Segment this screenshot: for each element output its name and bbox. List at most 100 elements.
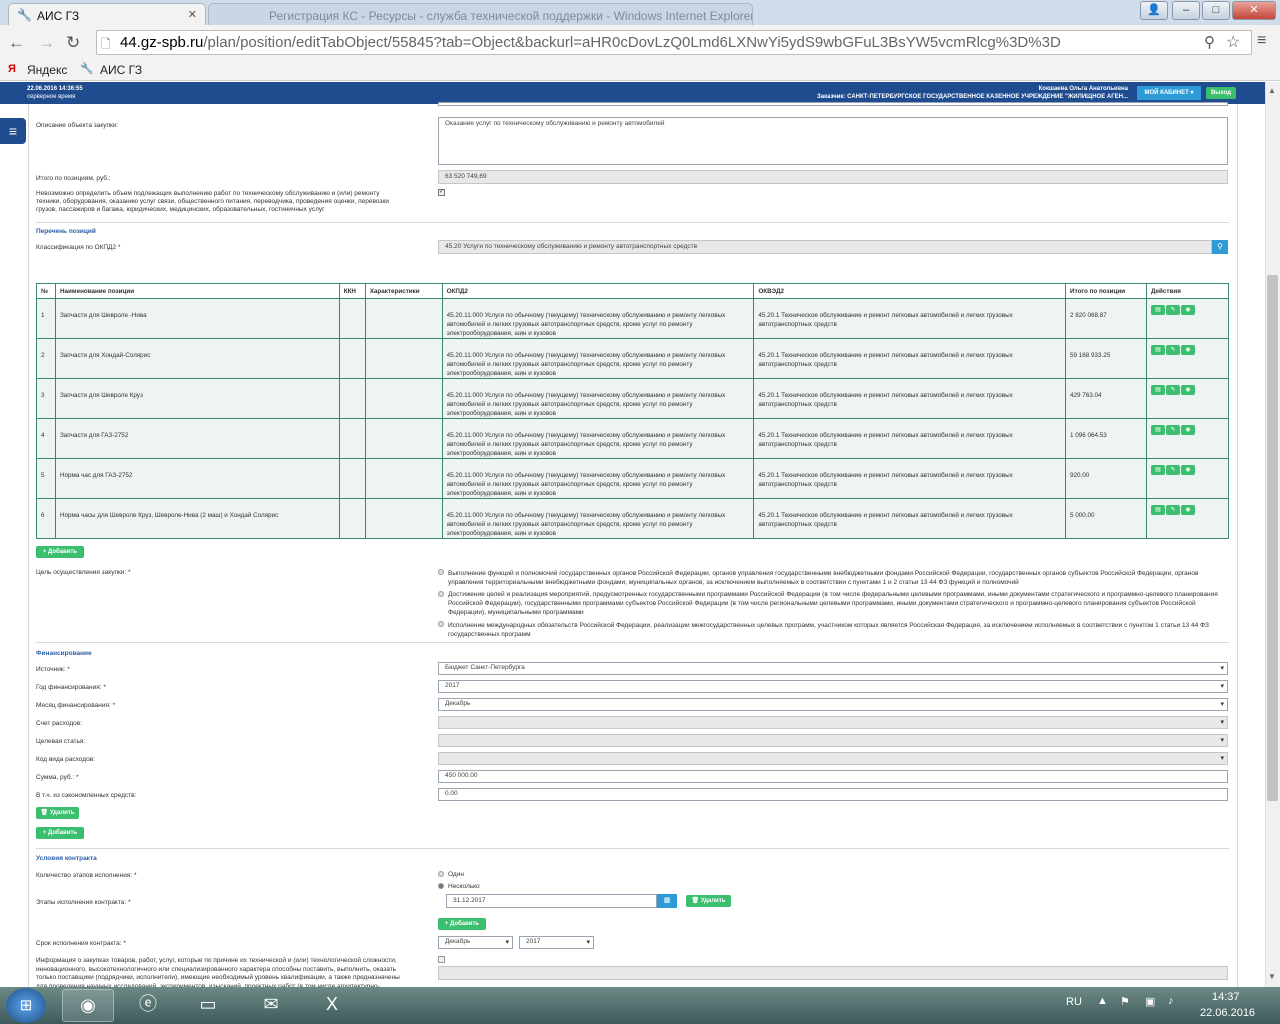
clock-time[interactable]: 14:37 xyxy=(1212,991,1240,1003)
copy-icon[interactable]: ▤ xyxy=(1150,465,1165,475)
bookmark-ais[interactable]: АИС ГЗ xyxy=(100,63,142,77)
view-icon[interactable]: ◉ xyxy=(1180,425,1195,435)
fin-month-select[interactable]: Декабрь xyxy=(438,698,1228,711)
add-fin-button[interactable]: + Добавить xyxy=(36,827,84,839)
copy-icon[interactable]: ▤ xyxy=(1150,505,1165,515)
row-okved: 45.20.1 Техническое обслуживание и ремон… xyxy=(753,498,1067,539)
row-name: Норма час для ГАЗ-2752 xyxy=(54,458,340,499)
maximize-button[interactable]: □ xyxy=(1202,1,1230,20)
stages-exec-label: Этапы исполнения контракта: * xyxy=(36,899,131,906)
explorer-taskbar-icon[interactable]: ▭ xyxy=(182,989,234,1022)
bookmark-yandex[interactable]: Яндекс xyxy=(27,63,67,77)
search-zoom-icon[interactable]: ⚲ xyxy=(1204,33,1215,51)
scroll-up-icon[interactable]: ▲ xyxy=(1268,86,1276,95)
close-button[interactable]: ✕ xyxy=(1232,1,1276,20)
edit-icon[interactable]: ✎ xyxy=(1165,465,1180,475)
row-okved: 45.20.1 Техническое обслуживание и ремон… xyxy=(753,338,1067,379)
user-icon[interactable]: 👤 xyxy=(1140,1,1168,20)
calendar-icon[interactable]: ▦ xyxy=(657,894,677,908)
mail-taskbar-icon[interactable]: ✉ xyxy=(245,989,297,1022)
my-cabinet-button[interactable]: МОЙ КАБИНЕТ ▾ xyxy=(1137,86,1201,100)
view-icon[interactable]: ◉ xyxy=(1180,385,1195,395)
exit-button[interactable]: Выход xyxy=(1206,87,1236,99)
stage-one-radio[interactable] xyxy=(438,871,444,877)
flag-icon[interactable]: ⚑ xyxy=(1120,995,1130,1008)
row-okved: 45.20.1 Техническое обслуживание и ремон… xyxy=(753,378,1067,419)
row-char xyxy=(364,338,443,379)
term-year-select[interactable]: 2017 xyxy=(519,936,594,949)
saved-input[interactable]: 0.00 xyxy=(438,788,1228,801)
chrome-taskbar-icon[interactable]: ◉ xyxy=(62,989,114,1022)
purpose-radio-2[interactable] xyxy=(438,591,444,597)
delete-stage-button[interactable]: 🗑 Удалить xyxy=(686,895,731,907)
address-url[interactable]: 44.gz-spb.ru/plan/position/editTabObject… xyxy=(120,34,1061,51)
reload-icon[interactable]: ↻ xyxy=(66,33,80,53)
fin-code-select[interactable] xyxy=(438,752,1228,765)
tray-up-icon[interactable]: ▲ xyxy=(1097,995,1108,1007)
col-actions: Действия xyxy=(1145,283,1230,299)
info-checkbox[interactable] xyxy=(438,956,445,963)
side-menu-icon[interactable]: ≡ xyxy=(0,118,26,144)
delete-fin-button[interactable]: 🗑 Удалить xyxy=(36,807,79,819)
language-indicator[interactable]: RU xyxy=(1066,996,1082,1008)
minimize-button[interactable]: – xyxy=(1172,1,1200,20)
add-position-button[interactable]: + Добавить xyxy=(36,546,84,558)
info-field[interactable] xyxy=(438,966,1228,980)
app-page: 22.06.2016 14:36:55 серверное время Кокш… xyxy=(0,82,1265,987)
server-time-label: серверное время xyxy=(27,94,76,100)
network-icon[interactable]: ▣ xyxy=(1145,995,1155,1008)
fin-code-label: Код вида расходов: xyxy=(36,756,95,763)
fin-account-select[interactable] xyxy=(438,716,1228,729)
tab-close-icon[interactable]: ✕ xyxy=(188,8,197,21)
row-name: Норма часы для Шевроле Круз, Шевроле-Нив… xyxy=(54,498,340,539)
add-stage-button[interactable]: + Добавить xyxy=(438,918,486,930)
divider xyxy=(36,222,1229,223)
app-header: 22.06.2016 14:36:55 серверное время Кокш… xyxy=(0,82,1265,104)
view-icon[interactable]: ◉ xyxy=(1180,505,1195,515)
view-icon[interactable]: ◉ xyxy=(1180,305,1195,315)
stage-many-radio[interactable] xyxy=(438,883,444,889)
menu-icon[interactable]: ≡ xyxy=(1257,32,1266,50)
edit-icon[interactable]: ✎ xyxy=(1165,425,1180,435)
purpose-radio-1[interactable] xyxy=(438,569,444,575)
start-button[interactable]: ⊞ xyxy=(6,988,46,1023)
copy-icon[interactable]: ▤ xyxy=(1150,345,1165,355)
view-icon[interactable]: ◉ xyxy=(1180,465,1195,475)
fin-source-select[interactable]: Бюджет Санкт-Петербурга xyxy=(438,662,1228,675)
desc-textarea[interactable]: Оказание услуг по техническому обслужива… xyxy=(438,117,1228,165)
ie-taskbar-icon[interactable]: ⓔ xyxy=(122,989,174,1022)
forward-icon[interactable]: → xyxy=(38,33,55,53)
sum-input[interactable]: 450 000.00 xyxy=(438,770,1228,783)
table-row: 2 Запчасти для Хондай-Солярис 45.20.11.000… xyxy=(36,338,1230,379)
excel-taskbar-icon[interactable]: X xyxy=(306,989,358,1022)
edit-icon[interactable]: ✎ xyxy=(1165,345,1180,355)
scroll-down-icon[interactable]: ▼ xyxy=(1268,972,1276,981)
copy-icon[interactable]: ▤ xyxy=(1150,305,1165,315)
col-kkn: ККН xyxy=(338,283,366,299)
stage-date-input[interactable]: 31.12.2017 xyxy=(446,894,657,908)
impossible-checkbox[interactable]: ✓ xyxy=(438,189,445,196)
term-label: Срок исполнения контракта: * xyxy=(36,940,126,947)
purpose-radio-3[interactable] xyxy=(438,621,444,627)
row-actions: ▤ ✎ ◉ xyxy=(1145,498,1230,539)
tab-active[interactable]: 🔧 АИС ГЗ ✕ xyxy=(8,3,206,25)
copy-icon[interactable]: ▤ xyxy=(1150,385,1165,395)
view-icon[interactable]: ◉ xyxy=(1180,345,1195,355)
term-month-select[interactable]: Декабрь xyxy=(438,936,513,949)
scrollbar-thumb[interactable] xyxy=(1267,275,1278,801)
tab-inactive[interactable]: Регистрация КС - Ресурсы - служба технич… xyxy=(208,3,753,25)
row-char xyxy=(364,498,443,539)
search-icon[interactable]: ⚲ xyxy=(1212,240,1228,254)
table-row: 5 Норма час для ГАЗ-2752 45.20.11.000 Услу… xyxy=(36,458,1230,499)
edit-icon[interactable]: ✎ xyxy=(1165,385,1180,395)
back-icon[interactable]: ← xyxy=(8,33,25,53)
bookmark-star-icon[interactable]: ☆ xyxy=(1226,32,1240,52)
fin-year-select[interactable]: 2017 xyxy=(438,680,1228,693)
volume-icon[interactable]: ♪ xyxy=(1168,995,1174,1007)
okpd-field[interactable]: 45.20 Услуги по техническому обслуживани… xyxy=(438,240,1212,254)
edit-icon[interactable]: ✎ xyxy=(1165,505,1180,515)
fin-article-select[interactable] xyxy=(438,734,1228,747)
copy-icon[interactable]: ▤ xyxy=(1150,425,1165,435)
clock-date[interactable]: 22.06.2016 xyxy=(1200,1007,1255,1019)
edit-icon[interactable]: ✎ xyxy=(1165,305,1180,315)
